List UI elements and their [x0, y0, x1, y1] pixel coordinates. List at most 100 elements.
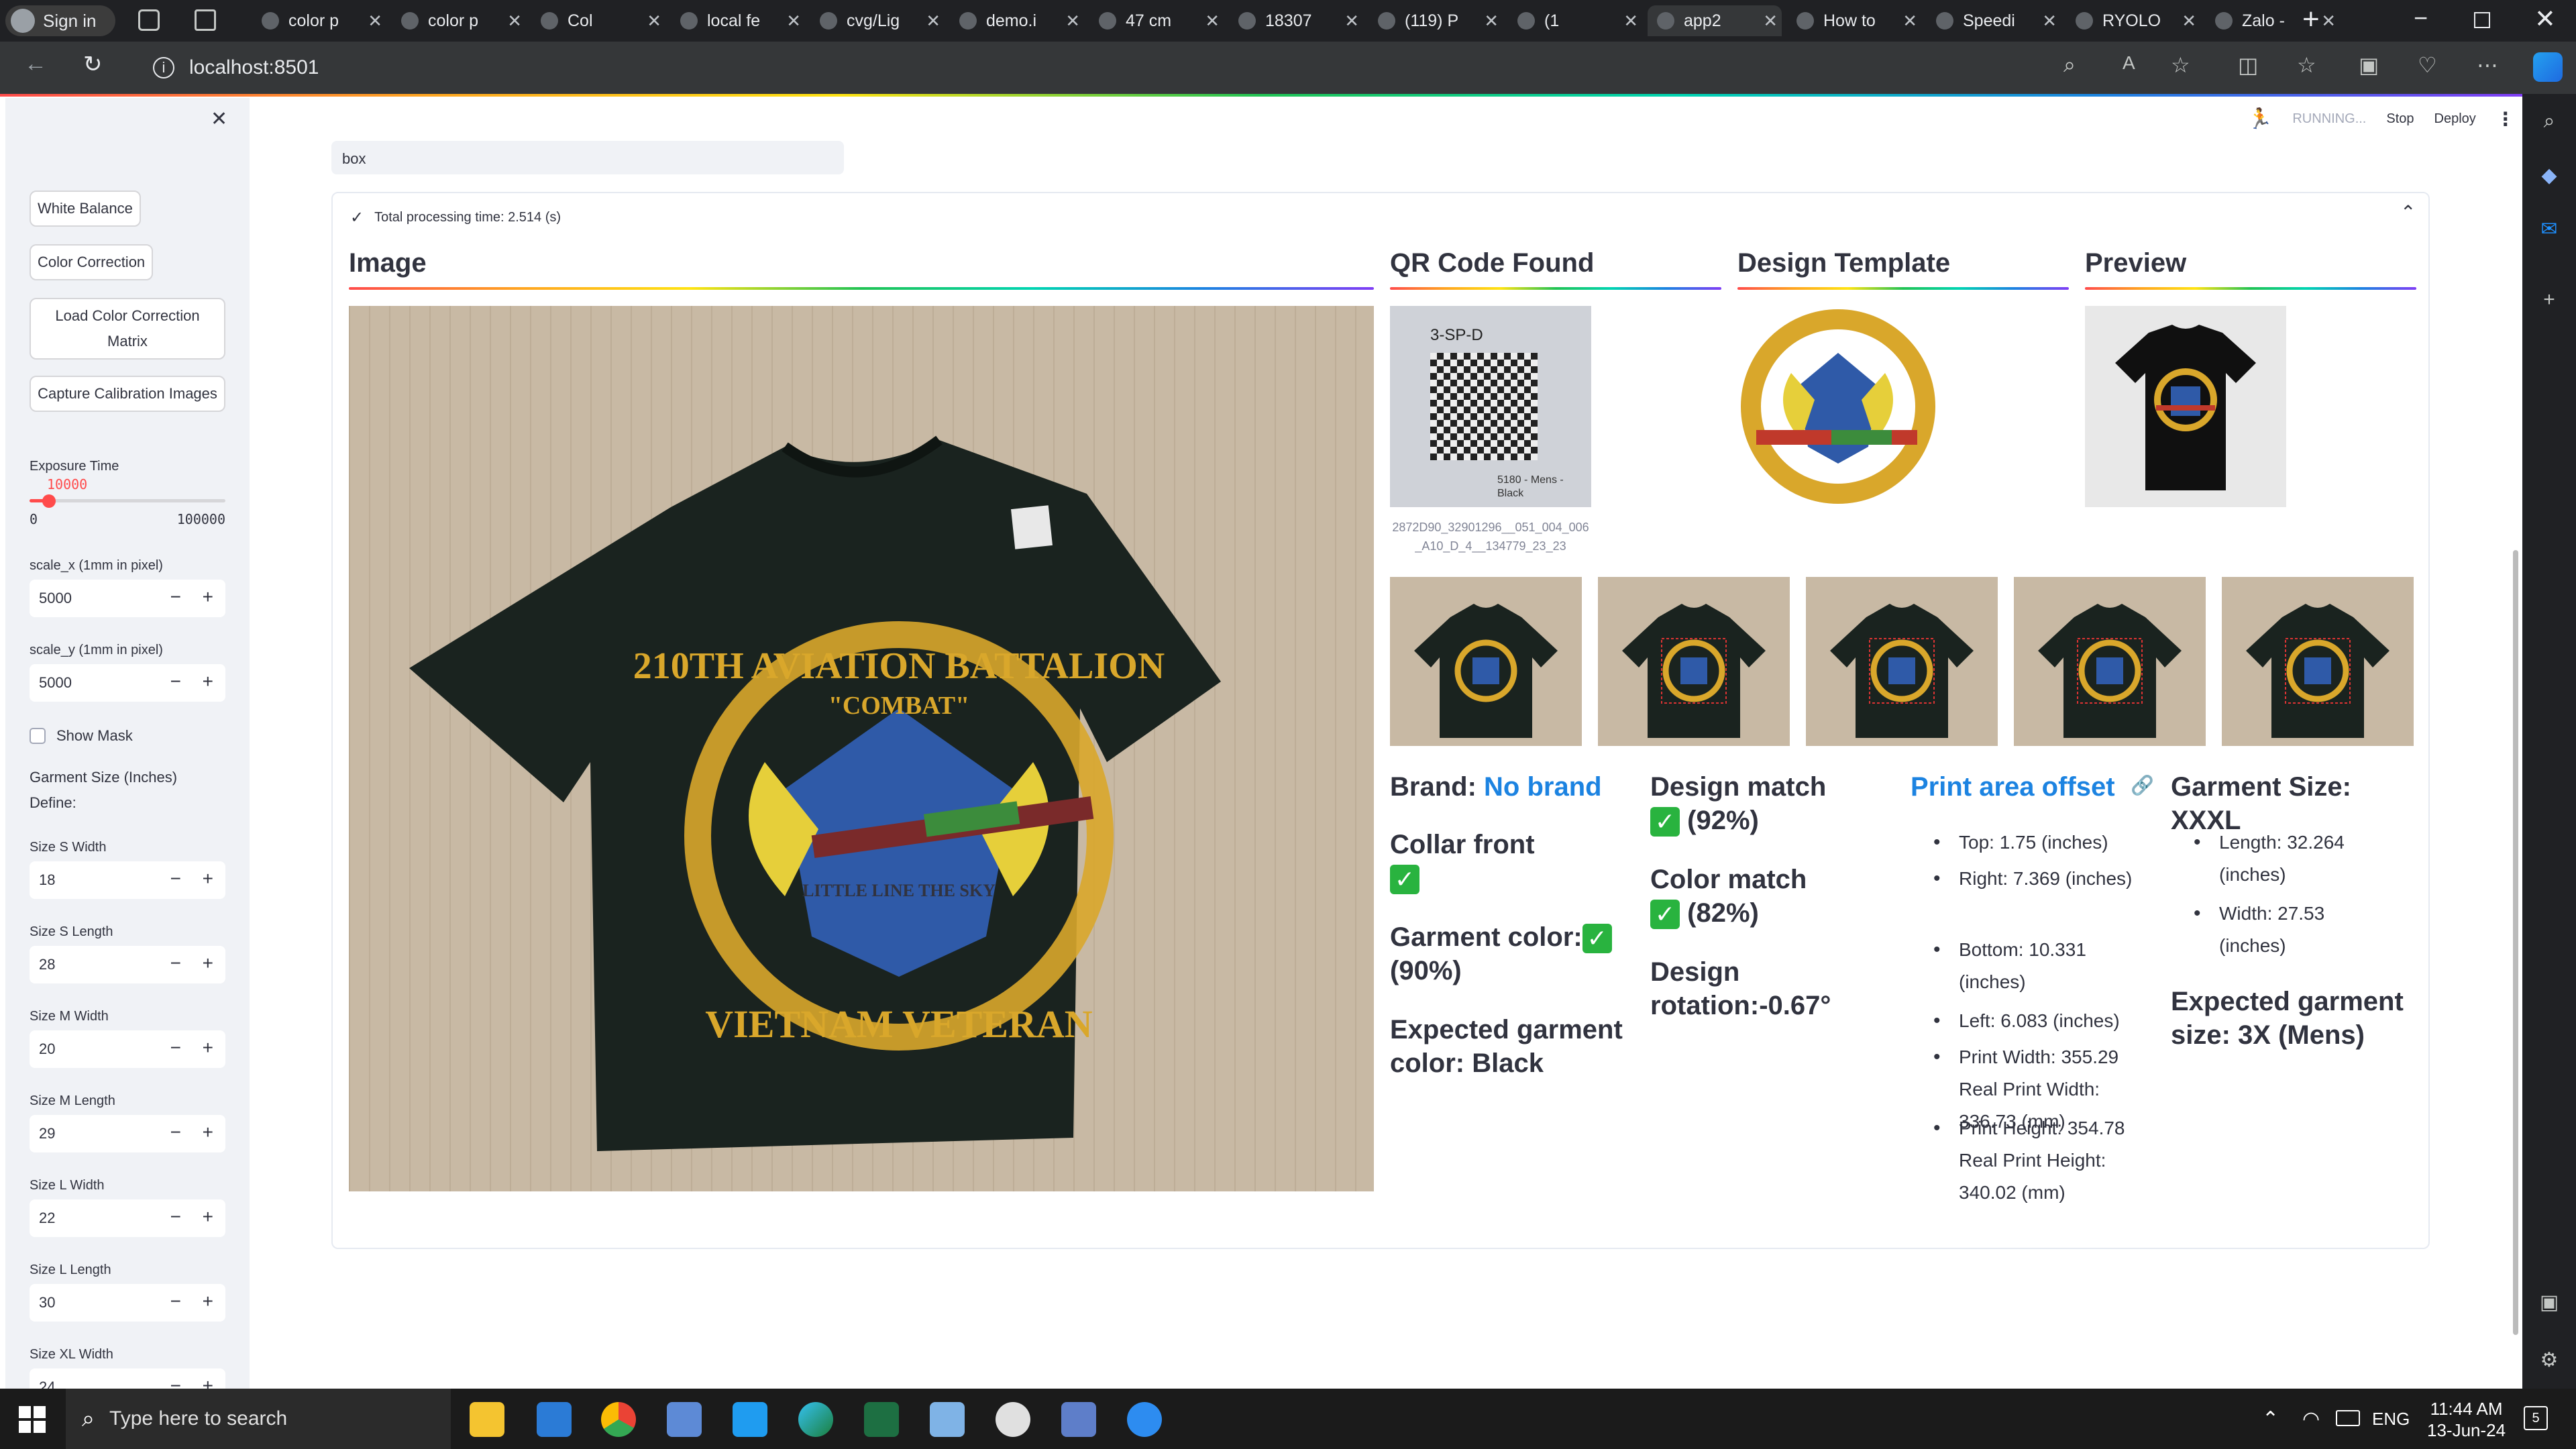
increment-button[interactable]: + [203, 1037, 213, 1059]
edge-icon[interactable] [798, 1402, 833, 1437]
load-matrix-button[interactable]: Load Color Correction Matrix [30, 298, 225, 360]
profile-button[interactable]: Sign in [5, 5, 115, 36]
decrement-button[interactable]: − [170, 868, 181, 890]
decrement-button[interactable]: − [170, 1291, 181, 1312]
performance-icon[interactable]: ♡ [2418, 52, 2437, 78]
screenshot-icon[interactable]: ▣ [2537, 1291, 2561, 1315]
tab-1[interactable]: color p ✕ [392, 5, 526, 36]
store-icon[interactable] [537, 1402, 572, 1437]
increment-button[interactable]: + [203, 953, 213, 974]
deploy-button[interactable]: Deploy [2434, 111, 2476, 127]
close-tab-icon[interactable]: ✕ [1623, 11, 1638, 32]
notification-icon[interactable]: 5 [2524, 1406, 2548, 1430]
increment-button[interactable]: + [203, 671, 213, 692]
tab-12[interactable]: Speedi ✕ [1927, 5, 2061, 36]
tab-10[interactable]: app2 ✕ [1648, 5, 1782, 36]
increment-button[interactable]: + [203, 1122, 213, 1143]
new-tab-icon[interactable]: + [2302, 3, 2320, 36]
size-input[interactable]: 20 − + [30, 1030, 225, 1068]
close-tab-icon[interactable]: ✕ [786, 11, 801, 32]
notes-icon[interactable] [930, 1402, 965, 1437]
size-input[interactable]: 22 − + [30, 1199, 225, 1237]
keyboard-icon[interactable] [2336, 1410, 2360, 1426]
increment-button[interactable]: + [203, 586, 213, 608]
main-menu-icon[interactable]: ⋮ [2496, 108, 2515, 130]
favorite-star-icon[interactable]: ☆ [2171, 52, 2190, 78]
workspaces-icon[interactable] [138, 9, 160, 31]
slider-thumb[interactable] [42, 494, 56, 508]
collapse-chevron-icon[interactable]: ⌃ [2400, 201, 2416, 223]
copilot-icon[interactable]: ◆ [2537, 164, 2561, 188]
close-tab-icon[interactable]: ✕ [1065, 11, 1080, 32]
decrement-button[interactable]: − [170, 586, 181, 608]
close-tab-icon[interactable]: ✕ [507, 11, 522, 32]
increment-button[interactable]: + [203, 868, 213, 890]
decrement-button[interactable]: − [170, 1037, 181, 1059]
close-tab-icon[interactable]: ✕ [1902, 11, 1917, 32]
checkbox-box[interactable] [30, 728, 46, 744]
app-icon[interactable] [667, 1402, 702, 1437]
stop-button[interactable]: Stop [2386, 111, 2414, 127]
read-aloud-icon[interactable]: A [2123, 52, 2135, 74]
expander-header[interactable]: ✓ Total processing time: 2.514 (s) [350, 208, 561, 227]
copilot-icon[interactable] [2533, 52, 2563, 82]
decrement-button[interactable]: − [170, 1206, 181, 1228]
split-screen-icon[interactable]: ◫ [2238, 52, 2258, 78]
windows-start-icon[interactable] [19, 1406, 46, 1433]
color-correction-button[interactable]: Color Correction [30, 244, 154, 280]
tab-2[interactable]: Col ✕ [531, 5, 665, 36]
decrement-button[interactable]: − [170, 953, 181, 974]
favorites-icon[interactable]: ☆ [2297, 52, 2316, 78]
decrement-button[interactable]: − [170, 671, 181, 692]
tab-3[interactable]: local fe ✕ [671, 5, 805, 36]
minimize-icon[interactable]: − [2414, 4, 2428, 32]
zoom-icon[interactable]: ⌕ [2063, 52, 2076, 78]
tab-5[interactable]: demo.i ✕ [950, 5, 1084, 36]
close-tab-icon[interactable]: ✕ [2182, 11, 2196, 32]
tab-0[interactable]: color p ✕ [252, 5, 386, 36]
tab-actions-icon[interactable] [195, 9, 216, 31]
close-tab-icon[interactable]: ✕ [1763, 11, 1778, 32]
collections-icon[interactable]: ▣ [2359, 52, 2379, 78]
close-tab-icon[interactable]: ✕ [2321, 11, 2336, 32]
close-tab-icon[interactable]: ✕ [1344, 11, 1359, 32]
close-tab-icon[interactable]: ✕ [2042, 11, 2057, 32]
tab-13[interactable]: RYOLO ✕ [2066, 5, 2200, 36]
wifi-icon[interactable]: ◠ [2302, 1407, 2320, 1431]
tab-11[interactable]: How to ✕ [1787, 5, 1921, 36]
restore-icon[interactable] [2474, 12, 2490, 28]
back-icon[interactable]: ← [24, 51, 47, 77]
language-indicator[interactable]: ENG [2372, 1409, 2410, 1430]
close-tab-icon[interactable]: ✕ [647, 11, 661, 32]
tab-9[interactable]: (1 ✕ [1508, 5, 1642, 36]
close-tab-icon[interactable]: ✕ [368, 11, 382, 32]
close-tab-icon[interactable]: ✕ [926, 11, 941, 32]
zalo-icon[interactable] [1127, 1402, 1162, 1437]
outlook-icon[interactable]: ✉ [2537, 217, 2561, 241]
link-icon[interactable]: 🔗 [2131, 774, 2154, 796]
close-tab-icon[interactable]: ✕ [1484, 11, 1499, 32]
tray-chevron-icon[interactable]: ⌃ [2262, 1407, 2279, 1431]
calculator-icon[interactable] [1061, 1402, 1096, 1437]
exposure-slider[interactable]: 10000 0 100000 [30, 476, 225, 527]
search-icon[interactable]: ⌕ [2537, 110, 2561, 134]
scale-x-input[interactable]: 5000 − + [30, 580, 225, 617]
increment-button[interactable]: + [203, 1375, 213, 1389]
chrome-icon[interactable] [601, 1402, 636, 1437]
close-tab-icon[interactable]: ✕ [1205, 11, 1220, 32]
vscode-icon[interactable] [733, 1402, 767, 1437]
search-input[interactable]: box [331, 141, 844, 174]
excel-icon[interactable] [864, 1402, 899, 1437]
increment-button[interactable]: + [203, 1291, 213, 1312]
decrement-button[interactable]: − [170, 1122, 181, 1143]
size-input[interactable]: 29 − + [30, 1115, 225, 1152]
size-input[interactable]: 28 − + [30, 946, 225, 983]
refresh-icon[interactable]: ↻ [83, 51, 103, 78]
close-sidebar-icon[interactable]: ✕ [211, 107, 227, 131]
capture-calibration-button[interactable]: Capture Calibration Images [30, 376, 225, 412]
scale-y-input[interactable]: 5000 − + [30, 664, 225, 702]
url-field[interactable]: i localhost:8501 [153, 50, 319, 86]
tab-14[interactable]: Zalo - ✕ [2206, 5, 2340, 36]
file-explorer-icon[interactable] [470, 1402, 504, 1437]
taskbar-search[interactable]: ⌕ Type here to search [66, 1389, 451, 1449]
